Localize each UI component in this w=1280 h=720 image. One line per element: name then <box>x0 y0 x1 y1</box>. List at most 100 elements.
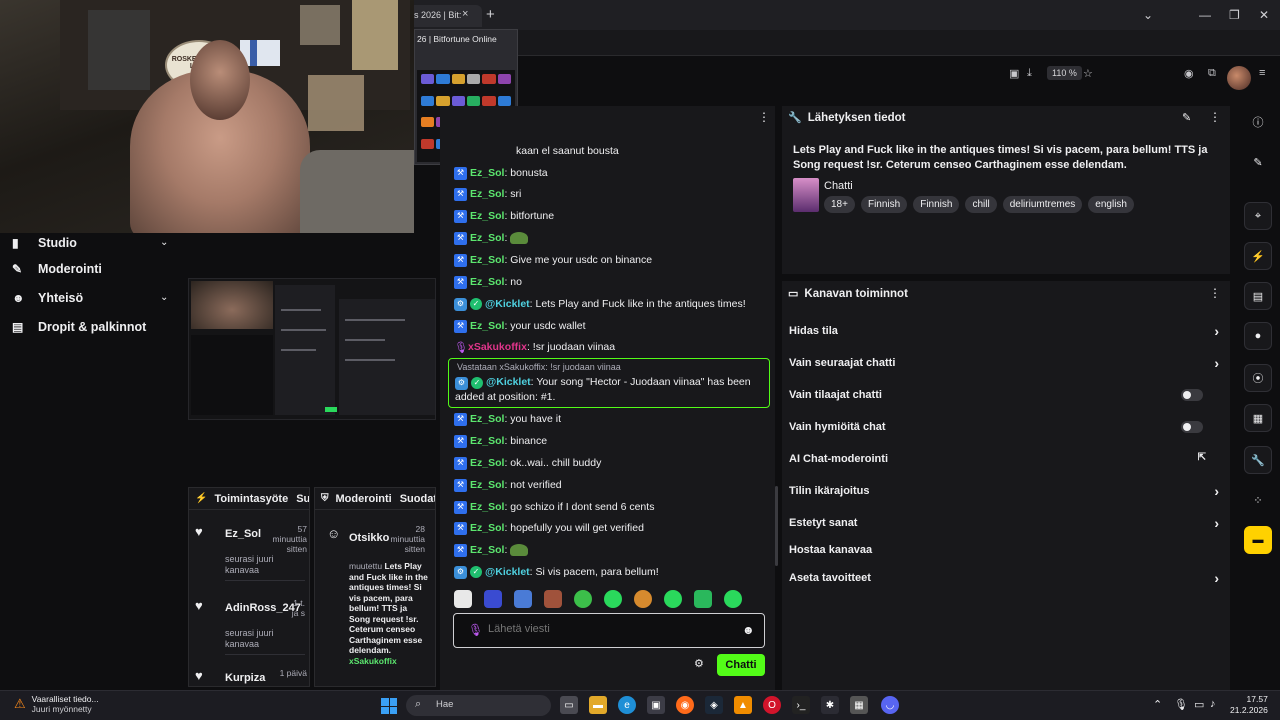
taskbar-clock[interactable]: 17.57 21.2.2026 <box>1230 694 1268 716</box>
chat-username[interactable]: Ez_Sol <box>470 434 504 448</box>
terminal-icon[interactable]: ›_ <box>792 696 810 714</box>
windows-start-icon[interactable] <box>381 698 397 714</box>
chat-username[interactable]: Ez_Sol <box>470 187 504 201</box>
filter-button[interactable]: Suodata <box>400 493 435 505</box>
chat-input[interactable] <box>488 623 728 635</box>
tag[interactable]: english <box>1088 196 1134 213</box>
emote-button[interactable] <box>724 590 742 608</box>
tag[interactable]: Finnish <box>913 196 960 213</box>
chat-username[interactable]: Ez_Sol <box>470 412 504 426</box>
sidebar-item-community[interactable]: ☻ Yhteisö <box>12 288 83 308</box>
sidebar-item-drops[interactable]: ▤ Dropit & palkinnot <box>12 317 146 337</box>
notification[interactable]: ⚠ Vaaralliset tiedo... Juuri myönnetty <box>14 694 99 714</box>
chevron-down-icon[interactable]: ⌄ <box>160 237 168 248</box>
document-icon[interactable]: ▤ <box>1244 282 1272 310</box>
file-explorer-icon[interactable]: ▬ <box>589 696 607 714</box>
category-thumbnail[interactable] <box>793 178 819 212</box>
download-icon[interactable]: ⤓ <box>1027 67 1032 80</box>
action-row-blocked-words[interactable]: Estetyt sanat › <box>789 513 1219 533</box>
send-chat-button[interactable]: Chatti <box>717 654 765 676</box>
browser-tab[interactable]: s 2026 | Bit: <box>408 5 482 27</box>
more-icon[interactable]: ⋮ <box>1209 110 1221 124</box>
sidebar-item-studio[interactable]: ▮ Studio <box>12 233 77 253</box>
focus-icon[interactable]: ⌖ <box>1244 202 1272 230</box>
taskbar-search[interactable]: ⌕ Hae <box>406 695 551 716</box>
emoji-icon[interactable]: ☻ <box>742 623 755 637</box>
action-row-host[interactable]: Hostaa kanavaa <box>789 540 1219 560</box>
chat-username[interactable]: Ez_Sol <box>470 319 504 333</box>
close-window-button[interactable]: ✕ <box>1259 8 1269 22</box>
network-icon[interactable]: ▭ <box>1194 698 1204 711</box>
vlc-icon[interactable]: ▲ <box>734 696 752 714</box>
minimize-button[interactable]: — <box>1199 8 1211 22</box>
nodes-icon[interactable]: ⁘ <box>1244 486 1272 514</box>
edge-icon[interactable]: e <box>618 696 636 714</box>
pencil-icon[interactable]: ✎ <box>1244 148 1272 176</box>
emote-button[interactable] <box>574 590 592 608</box>
edit-icon[interactable]: ✎ <box>1182 111 1191 124</box>
chat-username[interactable]: Ez_Sol <box>470 456 504 470</box>
chevron-up-icon[interactable]: ⌃ <box>1153 698 1162 711</box>
bookmark-star-icon[interactable]: ☆ <box>1083 67 1093 80</box>
clapperboard-icon[interactable]: ▬ <box>1244 526 1272 554</box>
tab-close-icon[interactable]: × <box>462 8 468 20</box>
more-icon[interactable]: ⋮ <box>1209 286 1221 300</box>
chat-username[interactable]: Ez_Sol <box>470 166 504 180</box>
more-icon[interactable]: ⋮ <box>758 110 770 124</box>
chat-username[interactable]: Ez_Sol <box>470 253 504 267</box>
tab-list-chevron-icon[interactable]: ⌄ <box>1143 8 1153 22</box>
chat-username[interactable]: Ez_Sol <box>470 209 504 223</box>
sidebar-item-moderation[interactable]: ✎ Moderointi <box>12 259 102 279</box>
chat-username[interactable]: Ez_Sol <box>470 500 504 514</box>
app-icon[interactable]: ▦ <box>850 696 868 714</box>
chat-username[interactable]: @Kicklet <box>485 565 530 579</box>
chat-username[interactable]: Ez_Sol <box>470 543 504 557</box>
chat-username[interactable]: Ez_Sol <box>470 521 504 535</box>
microphone-icon[interactable]: 🎙 <box>1174 698 1188 711</box>
menu-icon[interactable]: ≡ <box>1259 67 1265 79</box>
account-icon[interactable]: ◉ <box>1184 67 1194 80</box>
action-row-slow-mode[interactable]: Hidas tila › <box>789 321 1219 341</box>
chat-username[interactable]: @Kicklet <box>486 376 531 388</box>
bolt-icon[interactable]: ⚡ <box>1244 242 1272 270</box>
emote-button[interactable] <box>604 590 622 608</box>
tag[interactable]: deliriumtremes <box>1002 196 1083 213</box>
emote-button[interactable] <box>694 590 712 608</box>
server-icon[interactable]: ▦ <box>1244 404 1272 432</box>
emote-button[interactable] <box>544 590 562 608</box>
action-row-age-restriction[interactable]: Tilin ikärajoitus › <box>789 481 1219 501</box>
new-tab-button[interactable]: + <box>486 6 495 23</box>
tag[interactable]: chill <box>965 196 997 213</box>
task-view-icon[interactable]: ▭ <box>560 696 578 714</box>
user-avatar[interactable] <box>1227 66 1251 90</box>
firefox-icon[interactable]: ◉ <box>676 696 694 714</box>
subscribers-only-toggle[interactable] <box>1181 389 1203 401</box>
emote-button[interactable] <box>634 590 652 608</box>
chat-username[interactable]: xSakukoffix <box>468 340 527 354</box>
chat-scrollbar[interactable] <box>775 486 778 566</box>
chevron-down-icon[interactable]: ⌄ <box>160 292 168 303</box>
gear-icon[interactable]: ⚙ <box>694 657 704 670</box>
chat-username[interactable]: Ez_Sol <box>470 275 504 289</box>
emote-button[interactable] <box>454 590 472 608</box>
microphone-icon[interactable]: 🎙 <box>468 623 483 637</box>
restore-button[interactable]: ❐ <box>1229 8 1240 22</box>
picture-icon[interactable]: ▣ <box>1009 67 1019 80</box>
chat-username[interactable]: Ez_Sol <box>470 231 504 245</box>
chat-username[interactable]: Ez_Sol <box>470 478 504 492</box>
broadcast-icon[interactable]: ⦿ <box>1244 364 1272 392</box>
chatgpt-icon[interactable]: ✱ <box>821 696 839 714</box>
tag[interactable]: 18+ <box>824 196 855 213</box>
action-row-ai-moderation[interactable]: AI Chat-moderointi ⇱ <box>789 449 1219 469</box>
stream-category[interactable]: Chatti <box>824 180 853 192</box>
action-row-goals[interactable]: Aseta tavoitteet › <box>789 568 1219 588</box>
volume-icon[interactable]: ♪ <box>1210 698 1216 710</box>
zoom-level[interactable]: 110 % <box>1047 66 1082 80</box>
info-icon[interactable]: ⓘ <box>1244 108 1272 136</box>
extensions-icon[interactable]: ⧉ <box>1208 67 1216 80</box>
wrench-icon[interactable]: 🔧 <box>1244 446 1272 474</box>
store-icon[interactable]: ▣ <box>647 696 665 714</box>
steam-icon[interactable]: ◈ <box>705 696 723 714</box>
filter-button[interactable]: Suod <box>296 493 309 505</box>
chat-username[interactable]: @Kicklet <box>485 297 530 311</box>
